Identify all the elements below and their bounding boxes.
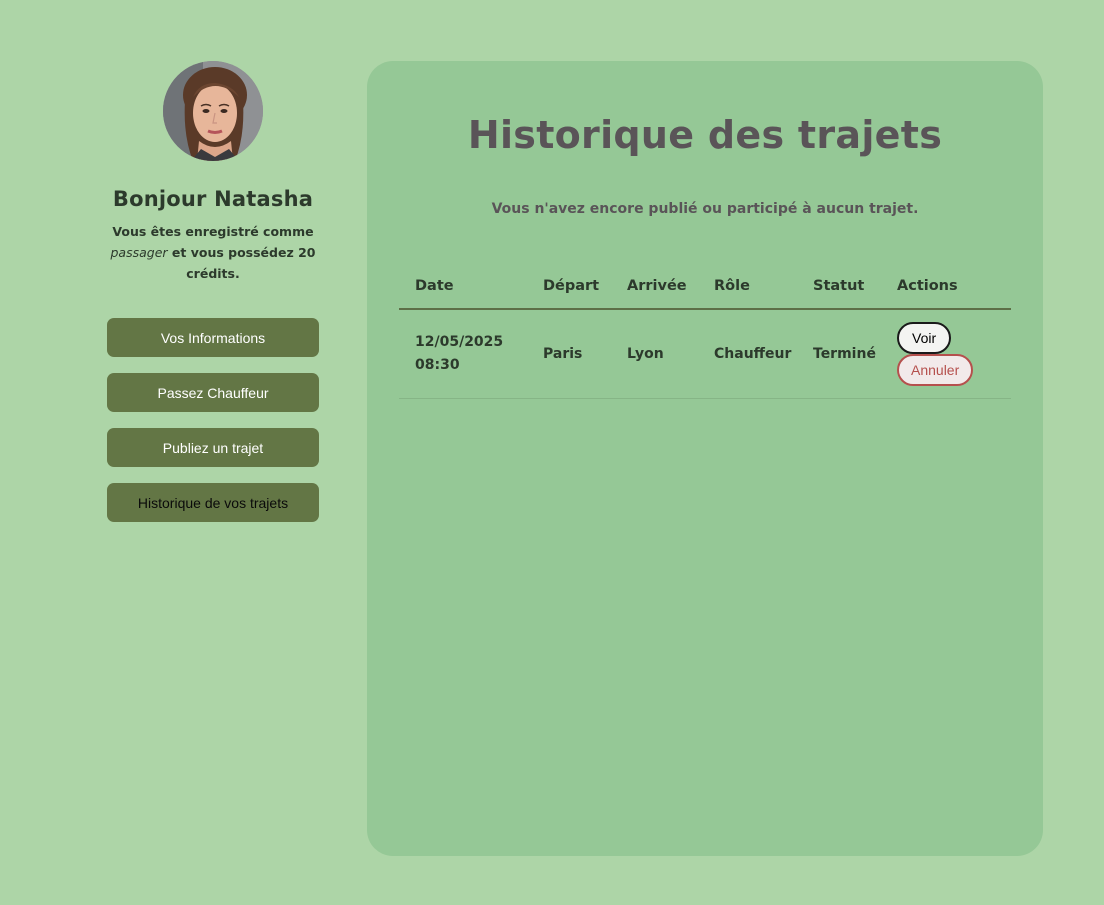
user-status: Vous êtes enregistré comme passager et v…: [107, 221, 319, 284]
column-header-statut: Statut: [797, 267, 881, 310]
profile-nav: Vos Informations Passez Chauffeur Publie…: [107, 318, 319, 522]
column-header-depart: Départ: [527, 267, 611, 310]
status-end: .: [234, 266, 240, 281]
cell-role: Chauffeur: [698, 309, 797, 399]
cell-depart: Paris: [527, 309, 611, 399]
status-prefix: Vous êtes enregistré comme: [112, 224, 314, 239]
user-role: passager: [110, 245, 168, 260]
column-header-actions: Actions: [881, 267, 1011, 310]
nav-trip-history-button[interactable]: Historique de vos trajets: [107, 483, 319, 522]
empty-message: Vous n'avez encore publié ou participé à…: [491, 201, 919, 217]
cancel-trip-button[interactable]: Annuler: [897, 354, 974, 386]
column-header-date: Date: [399, 267, 527, 310]
trip-date: 12/05/2025: [415, 334, 504, 350]
nav-become-driver-button[interactable]: Passez Chauffeur: [107, 373, 319, 412]
column-header-arrivee: Arrivée: [611, 267, 698, 310]
nav-publish-trip-button[interactable]: Publiez un trajet: [107, 428, 319, 467]
cell-statut: Terminé: [797, 309, 881, 399]
table-header-row: Date Départ Arrivée Rôle Statut Actions: [399, 267, 1011, 310]
page-title: Historique des trajets: [467, 113, 943, 157]
trip-time: 08:30: [415, 357, 460, 373]
status-mid: et vous possédez: [171, 245, 294, 260]
table-row: 12/05/2025 08:30 Paris Lyon Chauffeur Te…: [399, 309, 1011, 399]
view-trip-button[interactable]: Voir: [897, 322, 952, 354]
history-panel: Historique des trajets Vous n'avez encor…: [367, 61, 1043, 856]
history-table: Date Départ Arrivée Rôle Statut Actions …: [399, 267, 1011, 399]
column-header-role: Rôle: [698, 267, 797, 310]
credit-count: 20: [298, 245, 316, 260]
cell-arrivee: Lyon: [611, 309, 698, 399]
greeting: Bonjour Natasha: [112, 187, 314, 211]
avatar: [163, 61, 263, 161]
avatar-image: [163, 61, 263, 161]
credit-unit: crédits: [186, 266, 235, 281]
nav-informations-button[interactable]: Vos Informations: [107, 318, 319, 357]
cell-date: 12/05/2025 08:30: [399, 309, 527, 399]
profile-sidebar: Bonjour Natasha Vous êtes enregistré com…: [107, 61, 319, 538]
cell-actions: Voir Annuler: [881, 309, 1011, 399]
